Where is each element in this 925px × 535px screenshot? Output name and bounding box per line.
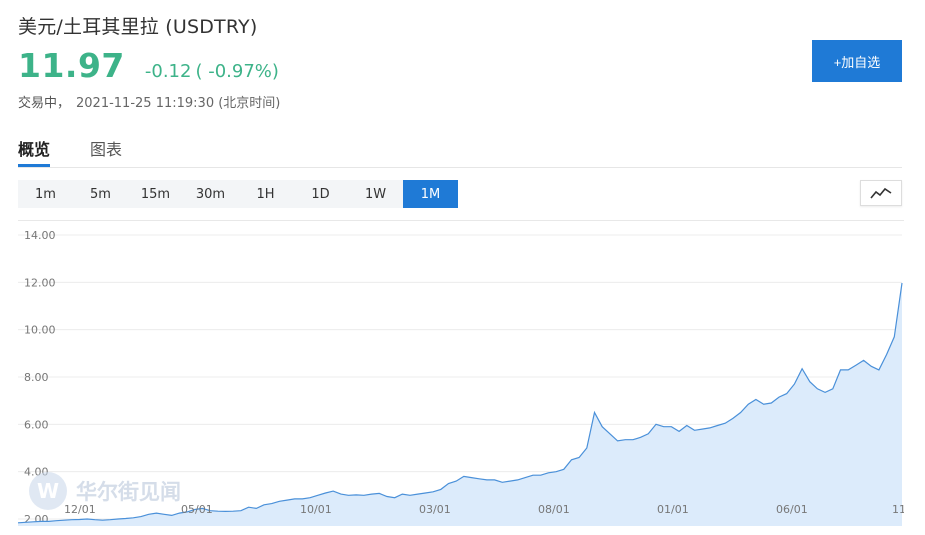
add-to-watchlist-button[interactable]: +加自选 [812, 40, 902, 82]
period-1m[interactable]: 1m [18, 180, 73, 208]
tab-chart[interactable]: 图表 [90, 136, 122, 160]
y-tick-label: 6.00 [24, 418, 49, 431]
x-tick-label: 01/01 [657, 503, 689, 516]
x-tick-label: 05/01 [181, 503, 213, 516]
tab-overview[interactable]: 概览 [18, 136, 50, 160]
y-tick-label: 12.00 [24, 276, 56, 289]
trading-status-row: 交易中， 2021-11-25 11:19:30 (北京时间) [18, 92, 280, 111]
svg-text:W: W [37, 479, 59, 503]
price-row: 11.97 -0.12 ( -0.97%) [18, 46, 279, 85]
active-tab-indicator [18, 164, 50, 167]
instrument-title: 美元/土耳其里拉 (USDTRY) [18, 16, 258, 38]
quote-timestamp: 2021-11-25 11:19:30 (北京时间) [76, 96, 281, 111]
price-change: -0.12 [144, 61, 192, 82]
tab-bar: 概览 图表 [18, 134, 902, 168]
period-30m[interactable]: 30m [183, 180, 238, 208]
x-tick-label: 12/01 [64, 503, 96, 516]
x-tick-label: 08/01 [538, 503, 570, 516]
period-1d[interactable]: 1D [293, 180, 348, 208]
x-tick-label: 10/01 [300, 503, 332, 516]
period-5m[interactable]: 5m [73, 180, 128, 208]
price-chart-svg: 2.004.006.008.0010.0012.0014.00 12/01 05/… [17, 229, 917, 526]
trading-status: 交易中， [18, 96, 71, 111]
chart-type-button[interactable] [860, 180, 902, 206]
last-price: 11.97 [18, 46, 125, 85]
y-tick-label: 10.00 [24, 324, 56, 337]
price-change-percent: ( -0.97%) [195, 61, 279, 82]
x-tick-label: 06/01 [776, 503, 808, 516]
line-chart-icon [870, 187, 892, 199]
x-tick-label: 11/0 [892, 503, 904, 516]
period-15m[interactable]: 15m [128, 180, 183, 208]
watermark-text: 华尔街见闻 [76, 480, 181, 504]
y-tick-label: 8.00 [24, 371, 49, 384]
y-tick-label: 14.00 [24, 229, 56, 242]
price-chart[interactable]: 2.00 4.00 6.00 8.00 10.00 12.00 14.00 12/01 05/… [17, 220, 917, 526]
period-1w[interactable]: 1W [348, 180, 403, 208]
period-selector: 1m 5m 15m 30m 1H 1D 1W 1M [18, 180, 458, 208]
x-tick-label: 03/01 [419, 503, 451, 516]
period-1mo[interactable]: 1M [403, 180, 458, 208]
watermark-logo: W 华尔街见闻 [29, 472, 181, 510]
period-1h[interactable]: 1H [238, 180, 293, 208]
